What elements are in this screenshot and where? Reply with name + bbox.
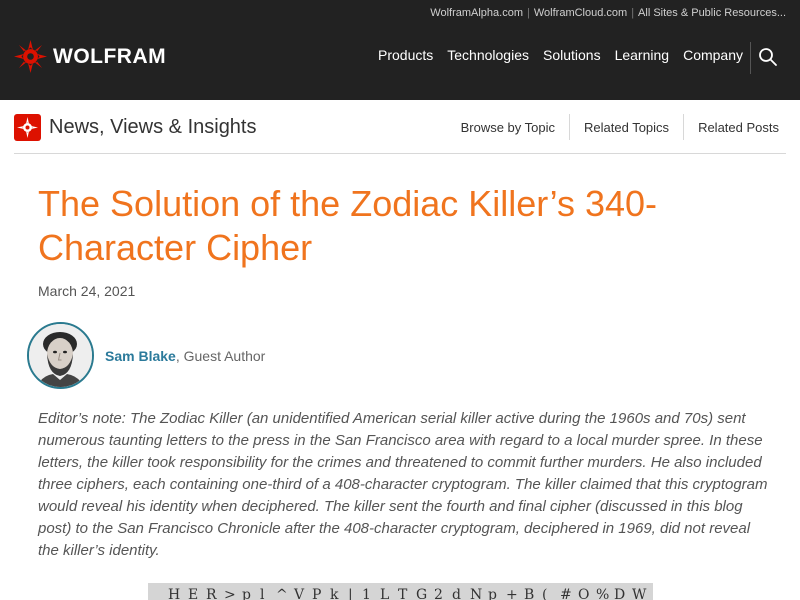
wolfram-logo[interactable]: WOLFRAM [14, 40, 166, 73]
svg-text:L: L [380, 587, 389, 600]
nav-solutions[interactable]: Solutions [543, 47, 601, 63]
svg-text:V: V [293, 587, 305, 600]
svg-text:D: D [614, 587, 625, 600]
nav-divider [750, 42, 751, 74]
blog-title-link[interactable]: News, Views & Insights [14, 114, 257, 141]
blog-subheader: News, Views & Insights Browse by Topic R… [14, 112, 786, 154]
author-name-link[interactable]: Sam Blake [105, 348, 176, 364]
svg-text:d: d [452, 587, 461, 600]
blog-subnav: Browse by Topic Related Topics Related P… [447, 114, 786, 140]
wolfram-spikey-logo-icon [14, 40, 47, 73]
svg-text:l: l [260, 587, 265, 600]
svg-text:2: 2 [434, 587, 443, 600]
svg-text:B: B [524, 587, 534, 600]
util-link-all-sites[interactable]: All Sites & Public Resources... [638, 7, 786, 19]
author-line: Sam Blake, Guest Author [105, 348, 265, 364]
nav-learning[interactable]: Learning [615, 47, 670, 63]
svg-text:N: N [470, 587, 482, 600]
nav-company[interactable]: Company [683, 47, 743, 63]
author-portrait [29, 324, 92, 387]
main-nav: Products Technologies Solutions Learning… [364, 47, 743, 63]
svg-text:^: ^ [276, 587, 288, 600]
svg-text:+: + [506, 587, 518, 600]
avatar[interactable] [27, 322, 94, 389]
svg-text:H: H [168, 587, 180, 600]
spikey-small-icon [14, 114, 41, 141]
util-link-wolframalpha[interactable]: WolframAlpha.com [430, 7, 523, 19]
nav-technologies[interactable]: Technologies [447, 47, 529, 63]
svg-text:G: G [416, 587, 427, 600]
svg-text:%: % [596, 587, 609, 600]
site-header: WolframAlpha.com | WolframCloud.com | Al… [0, 0, 800, 100]
author-role: , Guest Author [175, 347, 266, 364]
svg-text:T: T [398, 587, 408, 600]
svg-text:(: ( [542, 587, 547, 600]
svg-text:1: 1 [362, 587, 371, 600]
svg-text:|: | [348, 587, 353, 600]
logo-wordmark: WOLFRAM [53, 44, 167, 68]
subnav-browse-by-topic[interactable]: Browse by Topic [447, 120, 569, 135]
subnav-related-posts[interactable]: Related Posts [684, 120, 786, 135]
svg-text:E: E [188, 587, 198, 600]
util-separator: | [631, 7, 635, 19]
nav-products[interactable]: Products [378, 47, 433, 63]
svg-text:p: p [242, 587, 251, 600]
post-date: March 24, 2021 [38, 283, 136, 299]
editor-note: Editor’s note: The Zodiac Killer (an uni… [38, 410, 768, 559]
search-icon [759, 48, 777, 66]
article-title: The Solution of the Zodiac Killer’s 340-… [38, 183, 658, 268]
utility-links: WolframAlpha.com | WolframCloud.com | Al… [430, 7, 786, 19]
svg-text:#: # [560, 587, 572, 600]
svg-text:p: p [488, 587, 497, 600]
subnav-related-topics[interactable]: Related Topics [570, 120, 683, 135]
cipher-glyphs: HER > p l ^ V P k | 1 LTG 2dN p + B (# O % D W [148, 583, 653, 600]
blog-title: News, Views & Insights [49, 116, 257, 138]
cipher-image: HER > p l ^ V P k | 1 LTG 2dN p + B (# O % D W [148, 583, 653, 600]
svg-text:W: W [632, 587, 647, 600]
svg-text:R: R [206, 587, 217, 600]
author-block: Sam Blake, Guest Author [27, 322, 265, 389]
util-separator: | [527, 7, 530, 19]
svg-text:k: k [330, 587, 339, 600]
search-button[interactable] [758, 47, 778, 67]
svg-text:O: O [578, 587, 589, 600]
util-link-wolframcloud[interactable]: WolframCloud.com [534, 7, 627, 19]
svg-text:>: > [224, 587, 236, 600]
svg-text:P: P [312, 587, 321, 600]
